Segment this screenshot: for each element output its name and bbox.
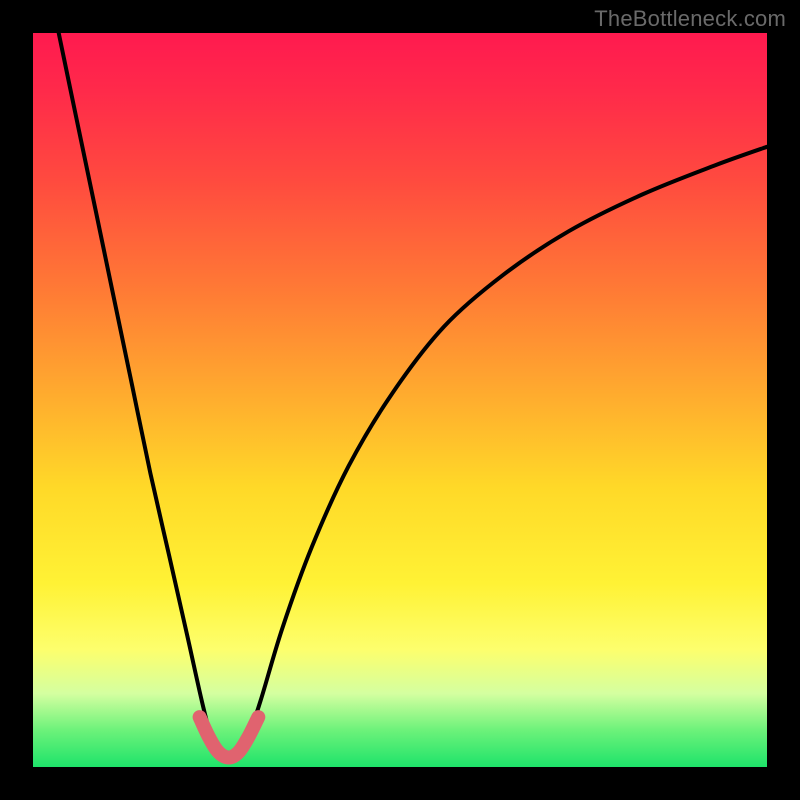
curve-group — [59, 33, 767, 758]
right-branch-line — [246, 147, 767, 745]
left-branch-line — [59, 33, 213, 745]
valley-marker-line — [200, 717, 259, 757]
curves-svg — [33, 33, 767, 767]
outer-frame: TheBottleneck.com — [0, 0, 800, 800]
plot-area — [33, 33, 767, 767]
watermark-text: TheBottleneck.com — [594, 6, 786, 32]
